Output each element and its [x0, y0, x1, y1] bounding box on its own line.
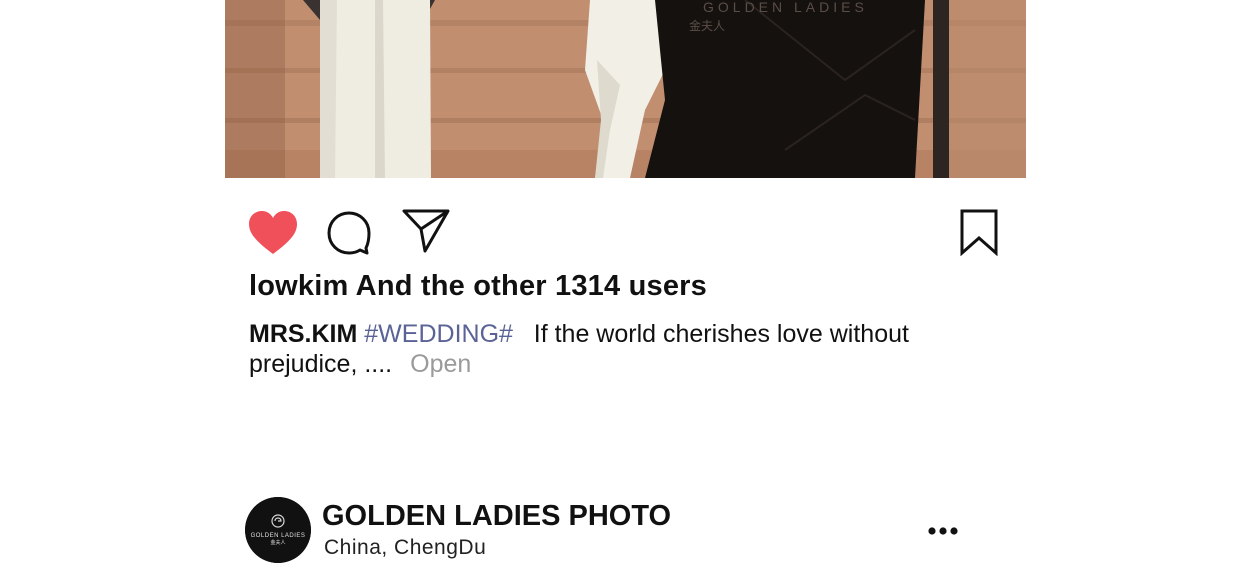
comment-bubble-icon[interactable]: [326, 210, 372, 256]
caption-hashtag[interactable]: #WEDDING#: [364, 320, 513, 348]
account-name[interactable]: GOLDEN LADIES PHOTO: [322, 500, 671, 533]
account-location[interactable]: China, ChengDu: [324, 536, 486, 560]
svg-text:金夫人: 金夫人: [270, 539, 285, 546]
account-avatar[interactable]: GOLDEN LADIES 金夫人: [245, 497, 311, 563]
post-photo-art: GOLDEN LADIES 金夫人: [225, 0, 1026, 178]
golden-ladies-logo-icon: GOLDEN LADIES 金夫人: [245, 497, 311, 563]
post-screen: GOLDEN LADIES 金夫人 lowkim And the other 1…: [0, 0, 1250, 564]
bookmark-icon[interactable]: [958, 208, 1000, 256]
post-photo[interactable]: GOLDEN LADIES 金夫人: [225, 0, 1026, 178]
paper-plane-icon[interactable]: [401, 208, 451, 254]
more-dots-icon[interactable]: [926, 522, 960, 540]
svg-text:GOLDEN LADIES: GOLDEN LADIES: [251, 533, 306, 539]
likes-summary[interactable]: lowkim And the other 1314 users: [249, 270, 707, 303]
heart-filled-icon[interactable]: [247, 210, 299, 256]
post-caption: MRS.KIM #WEDDING# If the world cherishes…: [249, 319, 949, 379]
photo-watermark-sub: 金夫人: [689, 18, 725, 33]
photo-watermark: GOLDEN LADIES: [703, 0, 868, 15]
caption-author[interactable]: MRS.KIM: [249, 320, 357, 348]
caption-open-link[interactable]: Open: [410, 350, 471, 378]
